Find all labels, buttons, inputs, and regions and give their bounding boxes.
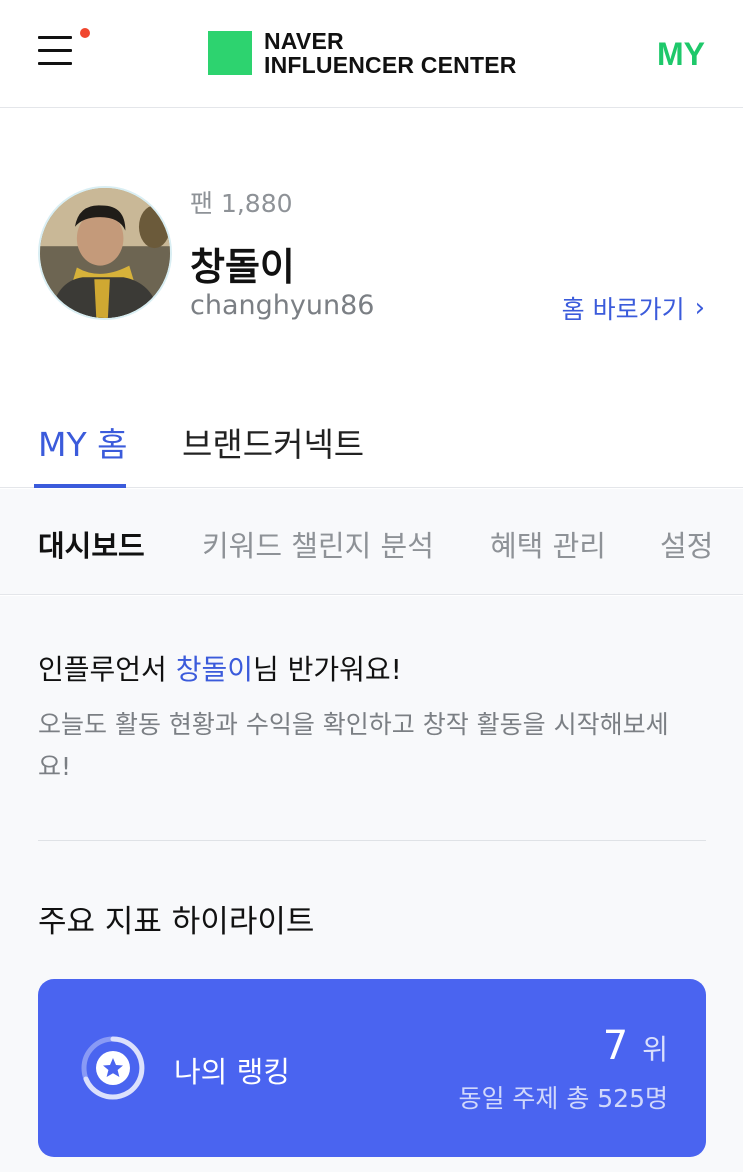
avatar-photo-icon (40, 188, 170, 318)
tab-dashboard[interactable]: 대시보드 (38, 523, 145, 565)
ranking-card[interactable]: 나의 랭킹 7 위 동일 주제 총 525명 (38, 979, 706, 1157)
welcome-prefix: 인플루언서 (38, 653, 176, 686)
dashboard-content: 인플루언서 창돌이님 반가워요! 오늘도 활동 현황과 수익을 확인하고 창작 … (0, 596, 743, 1172)
ranking-value: 7 위 (603, 1023, 668, 1069)
sub-tabs: 대시보드 키워드 챌린지 분석 혜택 관리 설정 (0, 489, 743, 595)
ranking-unit: 위 (642, 1033, 668, 1066)
logo-line-1: NAVER (264, 28, 344, 54)
fan-count: 팬 1,880 (190, 189, 293, 218)
naver-logo-icon (208, 31, 252, 75)
highlights-title: 주요 지표 하이라이트 (38, 904, 315, 940)
profile-section: 팬 1,880 창돌이 changhyun86 홈 바로가기 › (0, 108, 743, 388)
chevron-right-icon: › (694, 293, 705, 323)
logo-line-2: INFLUENCER CENTER (264, 52, 517, 78)
my-button[interactable]: MY (657, 36, 705, 73)
notification-dot (80, 28, 90, 38)
active-tab-indicator (34, 484, 126, 488)
tab-keyword-challenge[interactable]: 키워드 챌린지 분석 (202, 523, 434, 565)
tab-brand-connect[interactable]: 브랜드커넥트 (182, 418, 364, 466)
avatar (38, 186, 172, 320)
top-header: NAVER INFLUENCER CENTER MY (0, 0, 743, 108)
welcome-name: 창돌이 (175, 653, 253, 686)
welcome-heading: 인플루언서 창돌이님 반가워요! (38, 648, 402, 688)
naver-influencer-center-logo[interactable]: NAVER INFLUENCER CENTER (208, 29, 517, 77)
go-home-link[interactable]: 홈 바로가기 › (562, 290, 705, 326)
tab-benefits[interactable]: 혜택 관리 (490, 523, 606, 565)
welcome-suffix: 님 반가워요! (252, 653, 402, 686)
main-tabs: MY 홈 브랜드커넥트 (0, 388, 743, 488)
ranking-subtext: 동일 주제 총 525명 (458, 1084, 668, 1113)
ranking-label: 나의 랭킹 (174, 1055, 290, 1089)
welcome-description: 오늘도 활동 현황과 수익을 확인하고 창작 활동을 시작해보세요! (38, 710, 669, 781)
tab-my-home[interactable]: MY 홈 (38, 418, 127, 466)
profile-name: 창돌이 (190, 245, 295, 289)
logo-text: NAVER INFLUENCER CENTER (264, 29, 517, 77)
go-home-link-label: 홈 바로가기 (561, 295, 685, 324)
star-ranking-icon (81, 1036, 145, 1100)
hamburger-menu-icon[interactable] (38, 36, 74, 68)
divider (38, 840, 706, 841)
profile-id: changhyun86 (190, 290, 375, 321)
tab-settings[interactable]: 설정 (660, 523, 713, 565)
ranking-number: 7 (602, 1023, 629, 1069)
